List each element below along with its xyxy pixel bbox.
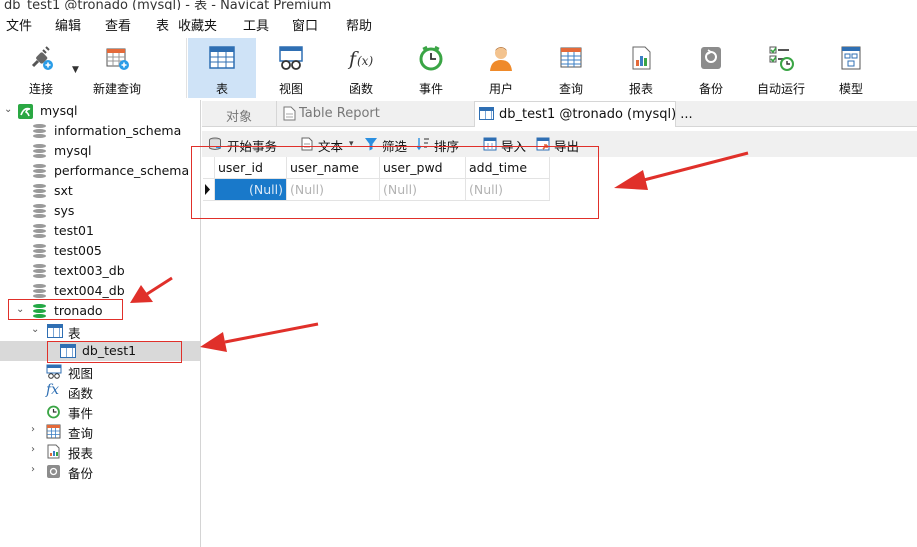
annotation-arrow-grid <box>614 151 749 190</box>
annotation-arrow-tronado <box>130 276 173 303</box>
annotation-arrow-db-test1 <box>200 322 319 352</box>
annotation-arrows <box>130 151 749 352</box>
